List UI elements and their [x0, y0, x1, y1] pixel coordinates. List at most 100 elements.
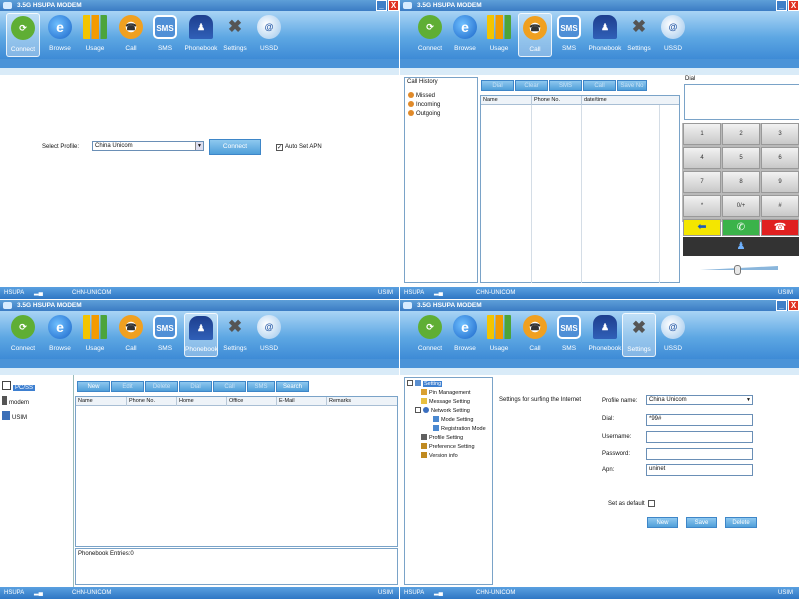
toolbar-phonebook-button[interactable]: ♟ Phonebook	[588, 313, 622, 357]
close-button[interactable]: X	[788, 0, 799, 11]
toolbar-ussd-button[interactable]: @ USSD	[252, 313, 286, 357]
key-0-plus[interactable]: 0/+	[722, 195, 760, 217]
chevron-down-icon[interactable]: ▼	[195, 142, 203, 150]
sms-button[interactable]: SMS	[549, 80, 582, 91]
close-button[interactable]: X	[388, 0, 399, 11]
new-contact-button[interactable]: New	[77, 381, 110, 392]
toolbar-phonebook-button[interactable]: ♟ Phonebook	[184, 313, 218, 357]
key-1[interactable]: 1	[683, 123, 721, 145]
toolbar-sms-button[interactable]: SMS SMS	[148, 13, 182, 57]
contacts-button[interactable]: ♟	[683, 237, 799, 256]
key-3[interactable]: 3	[761, 123, 799, 145]
password-field[interactable]	[646, 448, 753, 460]
search-contact-button[interactable]: Search	[276, 381, 309, 392]
chevron-down-icon[interactable]: ▼	[746, 396, 751, 404]
toolbar-browse-button[interactable]: e Browse	[43, 13, 77, 57]
dial-field[interactable]: *99#	[646, 414, 753, 426]
storage-pc[interactable]: PC/SS	[2, 381, 36, 391]
toolbar-call-button[interactable]: ☎ Call	[114, 13, 148, 57]
set-default-checkbox[interactable]	[648, 500, 655, 507]
toolbar-phonebook-button[interactable]: ♟ Phonebook	[184, 13, 218, 57]
apn-field[interactable]: uninet	[646, 464, 753, 476]
column-phone[interactable]: Phone No.	[531, 96, 581, 105]
toolbar-call-button[interactable]: ☎ Call	[518, 13, 552, 57]
backspace-button[interactable]: ⬅	[683, 219, 721, 236]
tree-setting[interactable]: Setting	[407, 380, 443, 387]
toolbar-settings-button[interactable]: ✖ Settings	[218, 313, 252, 357]
sms-contact-button[interactable]: SMS	[247, 381, 275, 392]
toolbar-call-button[interactable]: ☎ Call	[114, 313, 148, 357]
tree-message-setting[interactable]: Message Setting	[421, 398, 470, 405]
delete-contact-button[interactable]: Delete	[145, 381, 178, 392]
key-7[interactable]: 7	[683, 171, 721, 193]
call-answer-button[interactable]: ✆	[722, 219, 760, 236]
toolbar-browse-button[interactable]: e Browse	[448, 313, 482, 357]
auto-apn-checkbox[interactable]: ✓	[276, 144, 283, 151]
key-2[interactable]: 2	[722, 123, 760, 145]
toolbar-usage-button[interactable]: Usage	[78, 313, 112, 357]
column-remarks[interactable]: Remarks	[326, 397, 376, 406]
toolbar-usage-button[interactable]: Usage	[482, 313, 516, 357]
clear-button[interactable]: Clear	[515, 80, 548, 91]
key-6[interactable]: 6	[761, 147, 799, 169]
column-office[interactable]: Office	[226, 397, 276, 406]
column-name[interactable]: Name	[76, 397, 126, 406]
toolbar-connect-button[interactable]: ⟳ Connect	[413, 13, 447, 57]
toolbar-settings-button[interactable]: ✖ Settings	[218, 13, 252, 57]
profile-select[interactable]: China Unicom ▼	[92, 141, 204, 151]
minimize-button[interactable]: _	[776, 0, 787, 11]
key-5[interactable]: 5	[722, 147, 760, 169]
toolbar-sms-button[interactable]: SMS SMS	[552, 13, 586, 57]
tree-network-setting[interactable]: Network Setting	[415, 407, 470, 414]
column-name[interactable]: Name	[481, 96, 531, 105]
column-email[interactable]: E-Mail	[276, 397, 326, 406]
save-profile-button[interactable]: Save	[686, 517, 717, 528]
toolbar-settings-button[interactable]: ✖ Settings	[622, 313, 656, 357]
toolbar-sms-button[interactable]: SMS SMS	[552, 313, 586, 357]
dial-number-display[interactable]	[684, 84, 799, 120]
minimize-button[interactable]: _	[376, 0, 387, 11]
history-outgoing[interactable]: Outgoing	[408, 110, 440, 117]
column-phone[interactable]: Phone No.	[126, 397, 176, 406]
connect-button[interactable]: Connect	[209, 139, 261, 155]
tree-version-info[interactable]: Version info	[421, 452, 458, 459]
toolbar-ussd-button[interactable]: @ USSD	[656, 13, 690, 57]
key-9[interactable]: 9	[761, 171, 799, 193]
call-button[interactable]: Call	[583, 80, 616, 91]
toolbar-browse-button[interactable]: e Browse	[43, 313, 77, 357]
toolbar-phonebook-button[interactable]: ♟ Phonebook	[588, 13, 622, 57]
profile-name-select[interactable]: China Unicom ▼	[646, 395, 753, 405]
toolbar-sms-button[interactable]: SMS SMS	[148, 313, 182, 357]
key-star[interactable]: *	[683, 195, 721, 217]
new-profile-button[interactable]: New	[647, 517, 678, 528]
column-home[interactable]: Home	[176, 397, 226, 406]
toolbar-connect-button[interactable]: ⟳ Connect	[6, 13, 40, 57]
toolbar-ussd-button[interactable]: @ USSD	[252, 13, 286, 57]
key-8[interactable]: 8	[722, 171, 760, 193]
history-missed[interactable]: Missed	[408, 92, 435, 99]
column-datetime[interactable]: date/time	[581, 96, 659, 105]
toolbar-settings-button[interactable]: ✖ Settings	[622, 13, 656, 57]
minimize-button[interactable]: _	[776, 300, 787, 311]
key-4[interactable]: 4	[683, 147, 721, 169]
storage-usim[interactable]: USIM	[2, 411, 27, 421]
tree-registration-mode[interactable]: Registration Mode	[433, 425, 486, 432]
close-button[interactable]: X	[788, 300, 799, 311]
delete-profile-button[interactable]: Delete	[725, 517, 757, 528]
toolbar-ussd-button[interactable]: @ USSD	[656, 313, 690, 357]
toolbar-usage-button[interactable]: Usage	[78, 13, 112, 57]
save-no-button[interactable]: Save No	[617, 80, 647, 91]
tree-preference-setting[interactable]: Preference Setting	[421, 443, 475, 450]
dial-button[interactable]: Dial	[481, 80, 514, 91]
volume-slider-thumb[interactable]	[734, 265, 741, 275]
hang-up-button[interactable]: ☎	[761, 219, 799, 236]
history-incoming[interactable]: Incoming	[408, 101, 440, 108]
tree-pin-management[interactable]: Pin Management	[421, 389, 471, 396]
toolbar-connect-button[interactable]: ⟳ Connect	[413, 313, 447, 357]
toolbar-usage-button[interactable]: Usage	[482, 13, 516, 57]
dial-contact-button[interactable]: Dial	[179, 381, 212, 392]
storage-modem[interactable]: modem	[2, 396, 29, 406]
tree-profile-setting[interactable]: Profile Setting	[421, 434, 463, 441]
toolbar-connect-button[interactable]: ⟳ Connect	[6, 313, 40, 357]
toolbar-browse-button[interactable]: e Browse	[448, 13, 482, 57]
